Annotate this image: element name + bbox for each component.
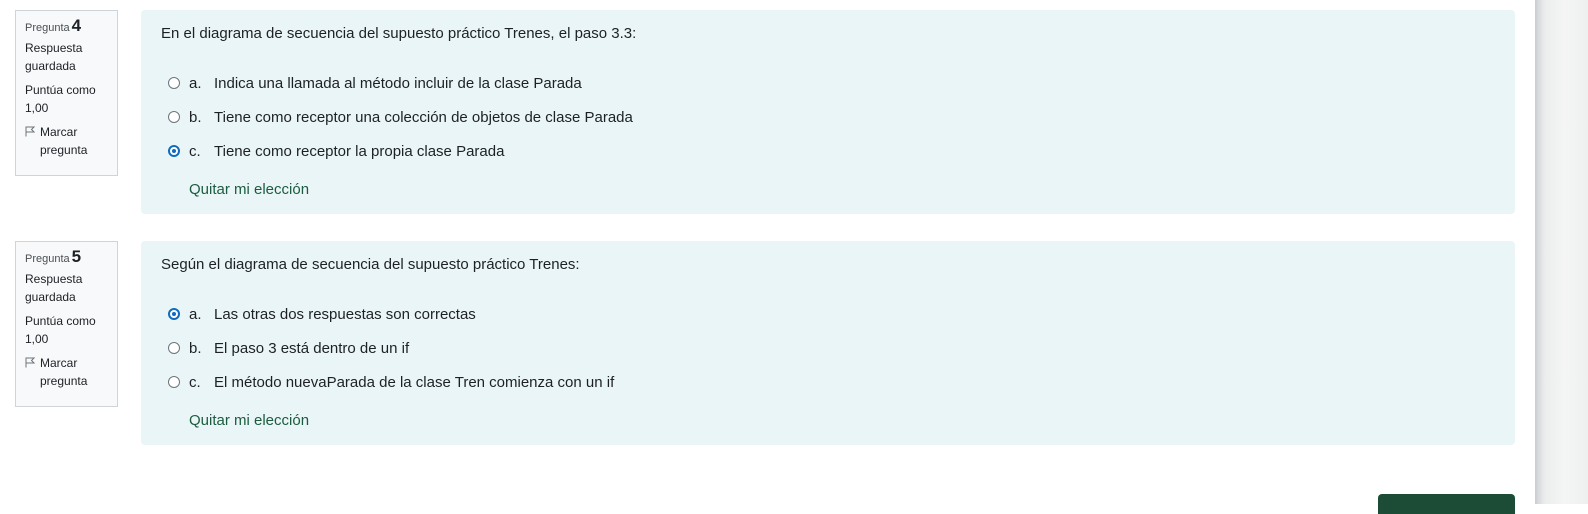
page-scrollbar[interactable] <box>1535 0 1588 504</box>
question-grade: Puntúa como 1,00 <box>25 83 96 115</box>
question-number-value: 5 <box>71 247 82 266</box>
answer-letter: c. <box>189 373 201 391</box>
answer-option-a[interactable]: a. Indica una llamada al método incluir … <box>168 66 1495 100</box>
question-info: Pregunta 5 Respuesta guardada Puntúa como… <box>15 241 118 407</box>
answer-option-a[interactable]: a. Las otras dos respuestas son correcta… <box>168 297 1495 331</box>
flag-outline-icon <box>25 126 35 137</box>
question-word: Pregunta <box>25 253 70 265</box>
radio-button[interactable] <box>168 376 180 388</box>
flag-question-toggle[interactable]: Marcar pregunta <box>25 123 109 159</box>
answer-letter: b. <box>189 108 202 126</box>
answer-option-c[interactable]: c. Tiene como receptor la propia clase P… <box>168 134 1495 168</box>
question-state: Respuesta guardada <box>25 272 83 304</box>
next-page-button[interactable] <box>1378 494 1515 514</box>
answer-letter: a. <box>189 74 202 92</box>
question-text: Según el diagrama de secuencia del supue… <box>161 256 580 273</box>
question-state: Respuesta guardada <box>25 41 83 73</box>
answer-option-b[interactable]: b. El paso 3 está dentro de un if <box>168 331 1495 365</box>
radio-button-checked[interactable] <box>168 308 180 320</box>
question-info: Pregunta 4 Respuesta guardada Puntúa como… <box>15 10 118 176</box>
question-number: Pregunta 5 <box>25 248 109 268</box>
flag-question-label: Marcar pregunta <box>40 125 88 157</box>
question-number: Pregunta 4 <box>25 17 109 37</box>
flag-outline-icon <box>25 357 35 368</box>
radio-button-checked[interactable] <box>168 145 180 157</box>
answer-text[interactable]: El método nuevaParada de la clase Tren c… <box>214 374 614 391</box>
answer-letter: c. <box>189 142 201 160</box>
radio-button[interactable] <box>168 111 180 123</box>
question-number-value: 4 <box>71 16 82 35</box>
answer-text[interactable]: Tiene como receptor una colección de obj… <box>214 109 633 126</box>
clear-choice-link[interactable]: Quitar mi elección <box>189 180 309 200</box>
clear-choice-link[interactable]: Quitar mi elección <box>189 411 309 431</box>
flag-question-label: Marcar pregunta <box>40 356 88 388</box>
answer-text[interactable]: El paso 3 está dentro de un if <box>214 340 409 357</box>
answer-text[interactable]: Indica una llamada al método incluir de … <box>214 75 582 92</box>
question-content: Según el diagrama de secuencia del supue… <box>141 241 1515 445</box>
radio-button[interactable] <box>168 342 180 354</box>
answer-option-c[interactable]: c. El método nuevaParada de la clase Tre… <box>168 365 1495 399</box>
flag-question-toggle[interactable]: Marcar pregunta <box>25 354 109 390</box>
answer-text[interactable]: Las otras dos respuestas son correctas <box>214 306 476 323</box>
answer-letter: a. <box>189 305 202 323</box>
question-text: En el diagrama de secuencia del supuesto… <box>161 25 637 42</box>
answer-option-b[interactable]: b. Tiene como receptor una colección de … <box>168 100 1495 134</box>
answer-text[interactable]: Tiene como receptor la propia clase Para… <box>214 143 504 160</box>
answer-letter: b. <box>189 339 202 357</box>
question-content: En el diagrama de secuencia del supuesto… <box>141 10 1515 214</box>
question-word: Pregunta <box>25 22 70 34</box>
radio-button[interactable] <box>168 77 180 89</box>
question-grade: Puntúa como 1,00 <box>25 314 96 346</box>
